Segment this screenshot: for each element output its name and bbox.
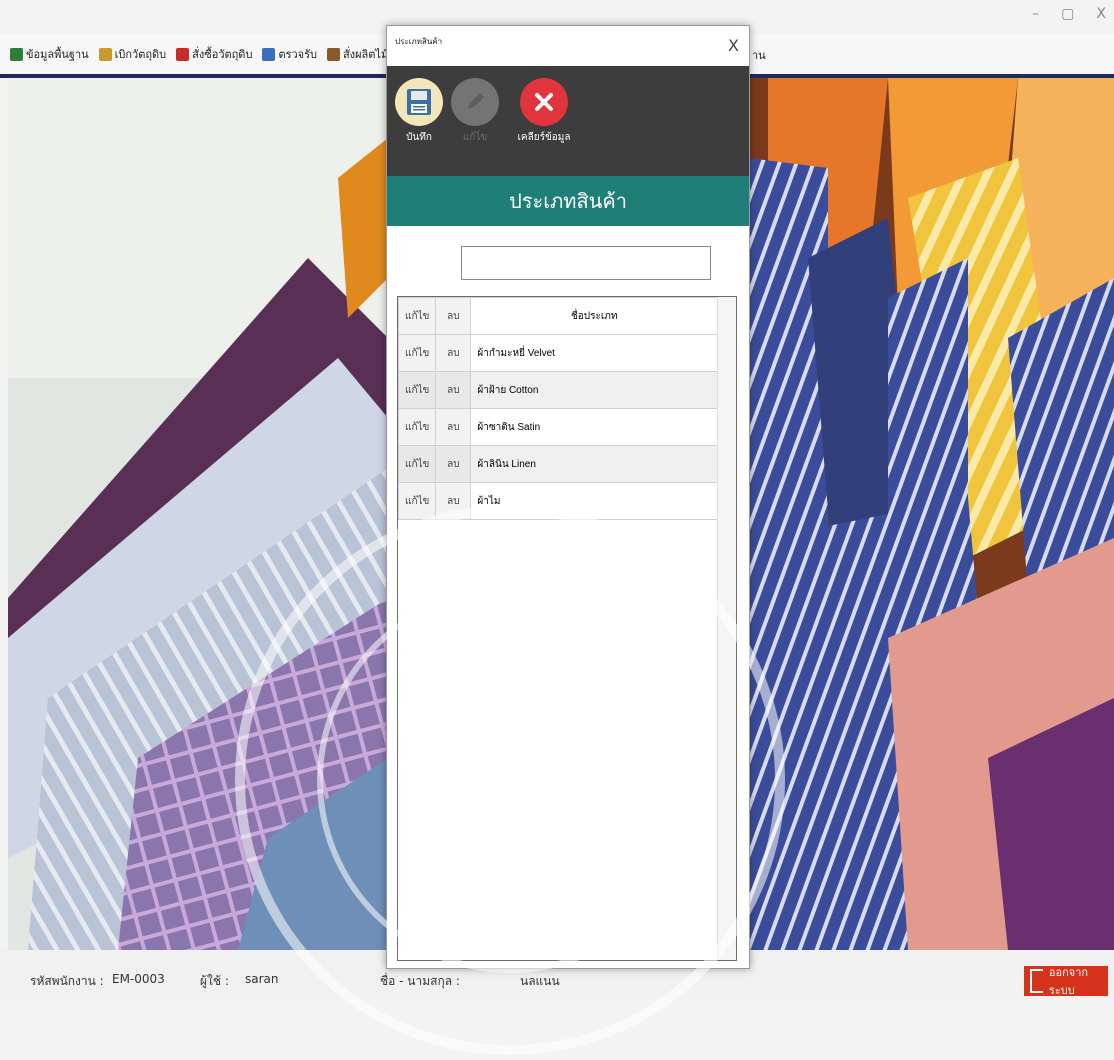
row-type-name[interactable]: ผ้าไม xyxy=(470,482,718,520)
box-icon xyxy=(98,47,112,61)
floppy-disk-icon xyxy=(395,78,443,126)
table-row: แก้ไข ลบ ผ้ากำมะหยี่ Velvet xyxy=(397,334,718,372)
menu-label: สั่งซื้อวัตถุดิบ xyxy=(192,48,253,61)
row-edit-button[interactable]: แก้ไข xyxy=(397,334,437,372)
product-type-grid: แก้ไข ลบ ชื่อประเภท แก้ไข ลบ ผ้ากำมะหยี่… xyxy=(397,296,737,961)
save-button[interactable]: บันทึก xyxy=(389,78,449,145)
window-controls: – ▢ X xyxy=(1032,6,1106,28)
row-edit-button[interactable]: แก้ไข xyxy=(397,482,437,520)
user-label: ผู้ใช้ : xyxy=(200,974,229,988)
table-header-row: แก้ไข ลบ ชื่อประเภท xyxy=(397,297,718,335)
dialog-titlebar: ประเภทสินค้า X xyxy=(387,26,749,66)
pencil-icon xyxy=(451,78,499,126)
minimize-button[interactable]: – xyxy=(1032,6,1039,28)
search-input[interactable] xyxy=(462,247,710,279)
row-edit-button[interactable]: แก้ไข xyxy=(397,371,437,409)
close-x-icon xyxy=(520,78,568,126)
row-delete-button[interactable]: ลบ xyxy=(435,334,472,372)
row-edit-button[interactable]: แก้ไข xyxy=(397,408,437,446)
table-row: แก้ไข ลบ ผ้าไม xyxy=(397,482,718,520)
dialog-close-button[interactable]: X xyxy=(728,36,739,55)
menu-trailing-text[interactable]: าน xyxy=(752,46,766,64)
user-value: saran xyxy=(245,972,279,986)
dialog-heading: ประเภทสินค้า xyxy=(509,189,627,213)
fullname-label: ชื่อ - นามสกุล : xyxy=(380,974,460,988)
exit-door-icon xyxy=(1030,969,1043,993)
close-window-button[interactable]: X xyxy=(1096,6,1106,28)
row-edit-button[interactable]: แก้ไข xyxy=(397,445,437,483)
document-icon xyxy=(262,47,276,61)
menu-basic-data[interactable]: ข้อมูลพื้นฐาน xyxy=(10,45,89,63)
column-header-edit: แก้ไข xyxy=(397,297,437,335)
menu-purchase-material[interactable]: สั่งซื้อวัตถุดิบ xyxy=(176,45,252,63)
menu-label: ข้อมูลพื้นฐาน xyxy=(26,48,89,61)
dialog-title: ประเภทสินค้า xyxy=(395,37,443,46)
dialog-toolbar: บันทึก แก้ไข เคลียร์ข้อมูล xyxy=(387,66,749,176)
edit-button[interactable]: แก้ไข xyxy=(445,78,505,145)
table-row: แก้ไข ลบ ผ้าลินิน Linen xyxy=(397,445,718,483)
employee-id-label: รหัสพนักงาน : xyxy=(30,974,104,988)
menu-label: เบิกวัตถุดิบ xyxy=(114,48,167,61)
save-label: บันทึก xyxy=(406,132,432,143)
row-delete-button[interactable]: ลบ xyxy=(435,482,472,520)
table-row: แก้ไข ลบ ผ้าซาติน Satin xyxy=(397,408,718,446)
database-icon xyxy=(10,47,23,61)
grid-vertical-scrollbar[interactable] xyxy=(717,297,736,960)
dialog-header: ประเภทสินค้า xyxy=(387,176,749,226)
row-delete-button[interactable]: ลบ xyxy=(435,371,472,409)
menu-withdraw-material[interactable]: เบิกวัตถุดิบ xyxy=(98,45,167,63)
row-delete-button[interactable]: ลบ xyxy=(435,445,472,483)
logout-button[interactable]: ออกจากระบบ xyxy=(1024,966,1108,997)
clear-data-button[interactable]: เคลียร์ข้อมูล xyxy=(509,78,579,145)
maximize-button[interactable]: ▢ xyxy=(1061,6,1074,28)
row-type-name[interactable]: ผ้ากำมะหยี่ Velvet xyxy=(470,334,718,372)
menu-receive[interactable]: ตรวจรับ xyxy=(262,45,317,63)
row-type-name[interactable]: ผ้าลินิน Linen xyxy=(470,445,718,483)
product-type-dialog: ประเภทสินค้า X บันทึก แก้ไข เคลียร์ข้อมู… xyxy=(386,25,750,969)
fullname-value: นลแนน xyxy=(520,974,560,988)
edit-label: แก้ไข xyxy=(462,132,488,143)
search-field-wrapper xyxy=(461,246,711,280)
menu-label: ตรวจรับ xyxy=(278,48,318,61)
row-delete-button[interactable]: ลบ xyxy=(435,408,472,446)
column-header-name: ชื่อประเภท xyxy=(470,297,718,335)
logout-label: ออกจากระบบ xyxy=(1048,966,1089,997)
row-type-name[interactable]: ผ้าฝ้าย Cotton xyxy=(470,371,718,409)
column-header-delete: ลบ xyxy=(435,297,472,335)
clear-data-label: เคลียร์ข้อมูล xyxy=(517,132,571,143)
table-row: แก้ไข ลบ ผ้าฝ้าย Cotton xyxy=(397,371,718,409)
employee-id-value: EM-0003 xyxy=(112,972,165,986)
cart-icon xyxy=(176,47,190,61)
factory-icon xyxy=(327,47,341,61)
row-type-name[interactable]: ผ้าซาติน Satin xyxy=(470,408,718,446)
product-type-table: แก้ไข ลบ ชื่อประเภท แก้ไข ลบ ผ้ากำมะหยี่… xyxy=(397,297,718,520)
